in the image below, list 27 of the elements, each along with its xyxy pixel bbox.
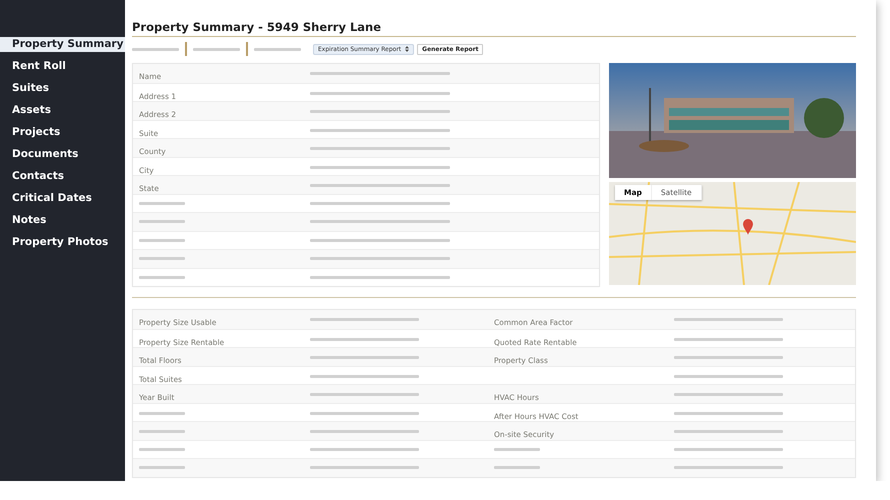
sidebar-item[interactable]: Rent Roll [0,59,125,74]
placeholder-bar [139,448,185,451]
placeholder-bar [139,238,185,242]
sidebar-item[interactable]: Notes [0,213,125,228]
map-pin-icon [743,219,753,235]
sort-arrows-icon [405,46,410,52]
sidebar-item[interactable]: Assets [0,103,125,118]
placeholder-bar [139,466,185,470]
placeholder-bar [139,412,185,414]
page-title: Property Summary - 5949 Sherry Lane [132,20,856,37]
sidebar-item[interactable]: Projects [0,125,125,140]
placeholder-bar [139,257,185,260]
sidebar-item[interactable]: Property Photos [0,235,125,250]
sidebar-item[interactable]: Contacts [0,169,125,184]
sidebar-item[interactable]: Documents [0,147,125,162]
placeholder-bar [254,48,301,50]
placeholder-bar [193,48,240,50]
placeholder-bar [139,202,185,205]
placeholder-bar [494,448,540,451]
placeholder-bar [494,466,540,470]
placeholder-bar [132,48,179,50]
sidebar-item[interactable]: Critical Dates [0,191,125,206]
sidebar-item[interactable]: Suites [0,81,125,96]
placeholder-bar [139,276,185,279]
placeholder-bar [139,220,185,224]
placeholder-bar [139,430,185,433]
sidebar-item[interactable]: Property Summary [0,37,125,52]
